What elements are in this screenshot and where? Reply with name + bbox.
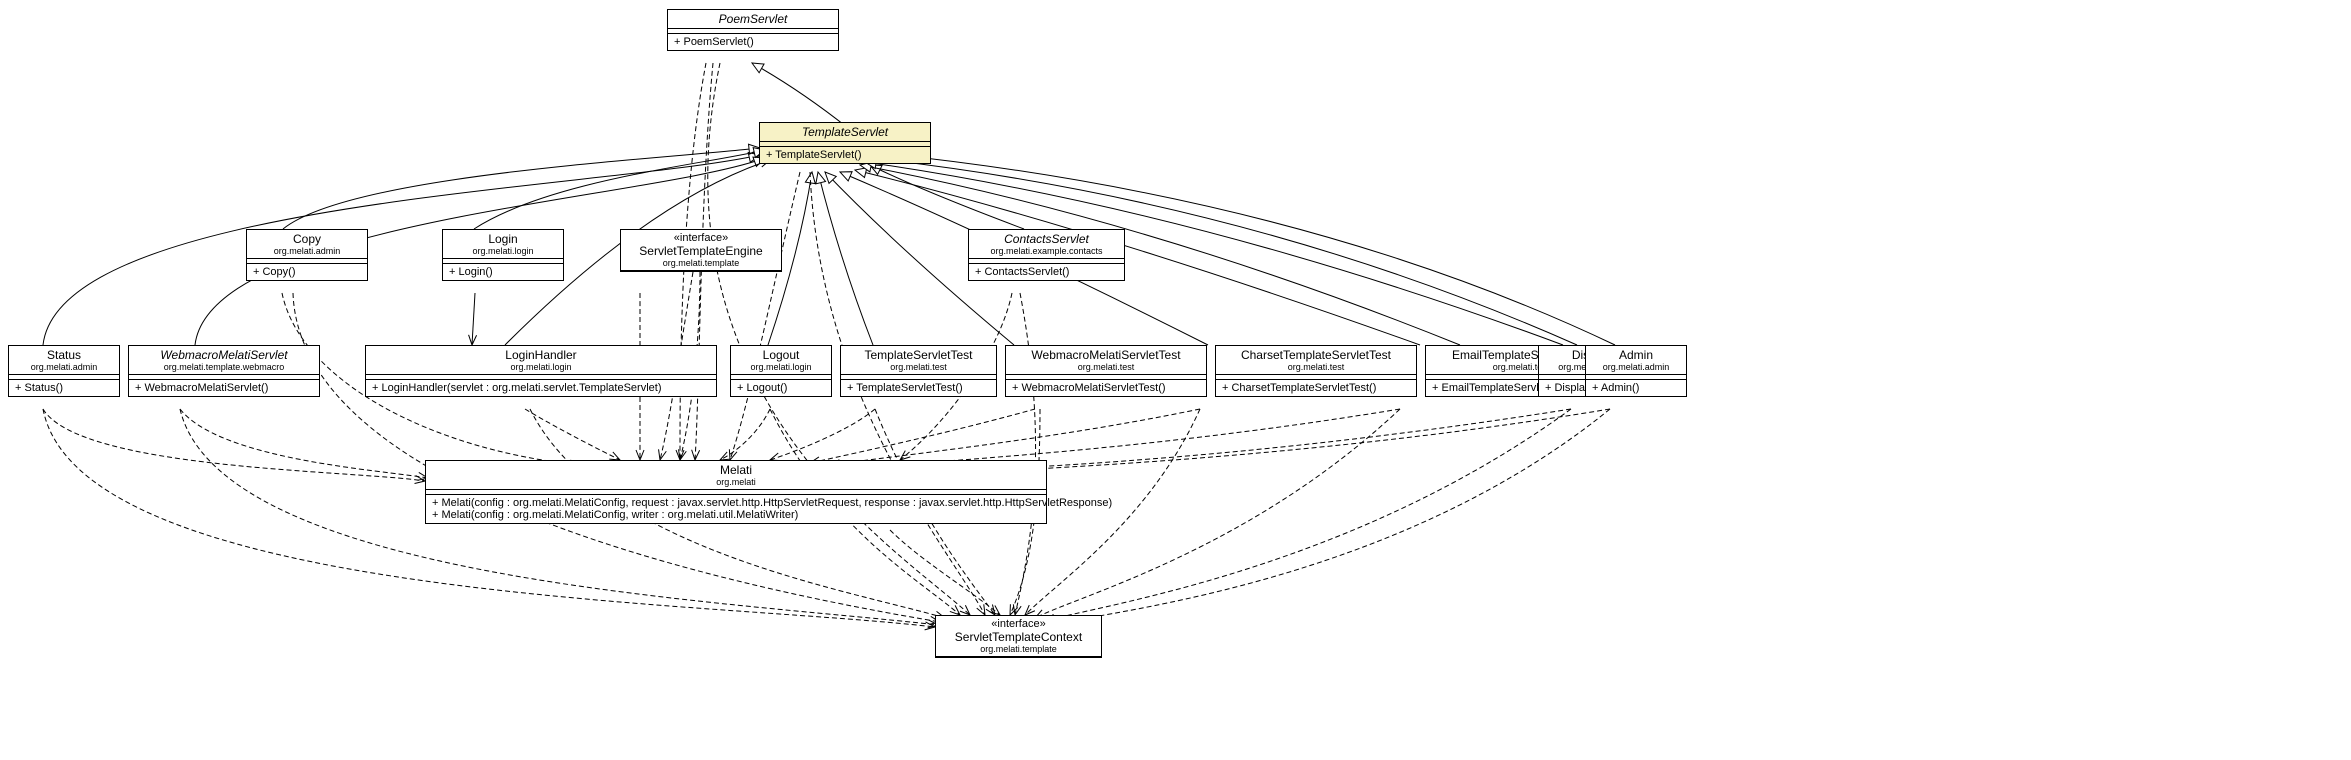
class-loginhandler: LoginHandler org.melati.login + LoginHan… — [365, 345, 717, 397]
poemservlet-method: + PoemServlet() — [674, 36, 832, 48]
admin-method: + Admin() — [1592, 382, 1680, 394]
login-method: + Login() — [449, 266, 557, 278]
ste-pkg: org.melati.template — [627, 258, 775, 268]
class-charsettemplateservlettest: CharsetTemplateServletTest org.melati.te… — [1215, 345, 1417, 397]
ctst-method: + CharsetTemplateServletTest() — [1222, 382, 1410, 394]
ctst-pkg: org.melati.test — [1222, 362, 1410, 372]
admin-name: Admin — [1592, 348, 1680, 362]
copy-pkg: org.melati.admin — [253, 246, 361, 256]
class-poemservlet: PoemServlet + PoemServlet() — [667, 9, 839, 51]
wms-name: WebmacroMelatiServlet — [135, 348, 313, 362]
class-copy: Copy org.melati.admin + Copy() — [246, 229, 368, 281]
tst-name: TemplateServletTest — [847, 348, 990, 362]
login-pkg: org.melati.login — [449, 246, 557, 256]
stc-pkg: org.melati.template — [942, 644, 1095, 654]
class-templateservlet: TemplateServlet + TemplateServlet() — [759, 122, 931, 164]
contacts-pkg: org.melati.example.contacts — [975, 246, 1118, 256]
class-logout: Logout org.melati.login + Logout() — [730, 345, 832, 397]
lh-pkg: org.melati.login — [372, 362, 710, 372]
wms-method: + WebmacroMelatiServlet() — [135, 382, 313, 394]
poemservlet-name: PoemServlet — [719, 12, 788, 26]
contacts-name: ContactsServlet — [975, 232, 1118, 246]
contacts-method: + ContactsServlet() — [975, 266, 1118, 278]
class-templateservlettest: TemplateServletTest org.melati.test + Te… — [840, 345, 997, 397]
melati-name: Melati — [432, 463, 1040, 477]
class-contactsservlet: ContactsServlet org.melati.example.conta… — [968, 229, 1125, 281]
status-name: Status — [15, 348, 113, 362]
class-servlettemplatecontext: «interface» ServletTemplateContext org.m… — [935, 615, 1102, 658]
templateservlet-name: TemplateServlet — [802, 125, 888, 139]
status-pkg: org.melati.admin — [15, 362, 113, 372]
wms-pkg: org.melati.template.webmacro — [135, 362, 313, 372]
copy-name: Copy — [253, 232, 361, 246]
wmst-pkg: org.melati.test — [1012, 362, 1200, 372]
login-name: Login — [449, 232, 557, 246]
stc-stereotype: «interface» — [942, 618, 1095, 630]
class-webmacromelatiservlet: WebmacroMelatiServlet org.melati.templat… — [128, 345, 320, 397]
class-melati: Melati org.melati + Melati(config : org.… — [425, 460, 1047, 524]
ste-stereotype: «interface» — [627, 232, 775, 244]
class-status: Status org.melati.admin + Status() — [8, 345, 120, 397]
melati-pkg: org.melati — [432, 477, 1040, 487]
logout-name: Logout — [737, 348, 825, 362]
melati-method2: + Melati(config : org.melati.MelatiConfi… — [432, 509, 1040, 521]
ctst-name: CharsetTemplateServletTest — [1222, 348, 1410, 362]
class-webmacromelatiservlettest: WebmacroMelatiServletTest org.melati.tes… — [1005, 345, 1207, 397]
logout-method: + Logout() — [737, 382, 825, 394]
logout-pkg: org.melati.login — [737, 362, 825, 372]
lh-name: LoginHandler — [372, 348, 710, 362]
class-login: Login org.melati.login + Login() — [442, 229, 564, 281]
tst-pkg: org.melati.test — [847, 362, 990, 372]
wmst-method: + WebmacroMelatiServletTest() — [1012, 382, 1200, 394]
tst-method: + TemplateServletTest() — [847, 382, 990, 394]
admin-pkg: org.melati.admin — [1592, 362, 1680, 372]
class-servlettemplateengine: «interface» ServletTemplateEngine org.me… — [620, 229, 782, 272]
copy-method: + Copy() — [253, 266, 361, 278]
status-method: + Status() — [15, 382, 113, 394]
melati-method1: + Melati(config : org.melati.MelatiConfi… — [432, 497, 1040, 509]
class-admin: Admin org.melati.admin + Admin() — [1585, 345, 1687, 397]
templateservlet-method: + TemplateServlet() — [766, 149, 924, 161]
wmst-name: WebmacroMelatiServletTest — [1012, 348, 1200, 362]
ste-name: ServletTemplateEngine — [627, 244, 775, 258]
stc-name: ServletTemplateContext — [942, 630, 1095, 644]
lh-method: + LoginHandler(servlet : org.melati.serv… — [372, 382, 710, 394]
